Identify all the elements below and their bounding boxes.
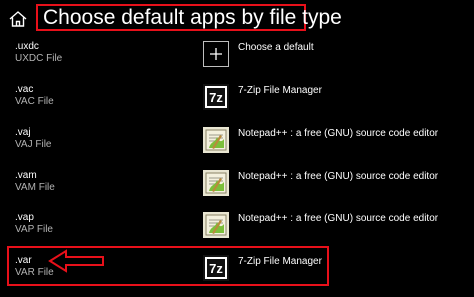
- notepad-plus-plus-icon[interactable]: [203, 170, 229, 196]
- file-type-row-vac: .vac VAC File 7z 7-Zip File Manager: [0, 84, 474, 126]
- home-icon[interactable]: [8, 10, 28, 28]
- file-type-row-var: .var VAR File 7z 7-Zip File Manager: [0, 255, 474, 297]
- file-extension: .var: [15, 255, 32, 266]
- default-app-button[interactable]: Notepad++ : a free (GNU) source code edi…: [238, 213, 438, 225]
- file-extension: .vaj: [15, 127, 31, 138]
- default-app-button[interactable]: 7-Zip File Manager: [238, 256, 322, 268]
- file-extension: .vam: [15, 170, 37, 181]
- default-app-button[interactable]: Notepad++ : a free (GNU) source code edi…: [238, 171, 438, 183]
- default-app-button[interactable]: 7-Zip File Manager: [238, 85, 322, 97]
- file-extension: .vap: [15, 212, 34, 223]
- default-app-button[interactable]: Notepad++ : a free (GNU) source code edi…: [238, 128, 438, 140]
- 7zip-icon[interactable]: 7z: [203, 84, 229, 110]
- file-type-row-vam: .vam VAM File Notepad++ : a free (GNU) s…: [0, 170, 474, 212]
- file-type-row-vaj: .vaj VAJ File Notepad++ : a free (GNU) s…: [0, 127, 474, 169]
- file-description: VAR File: [15, 267, 54, 278]
- file-extension: .uxdc: [15, 41, 39, 52]
- file-description: VAJ File: [15, 139, 52, 150]
- plus-icon[interactable]: [203, 41, 229, 67]
- notepad-plus-plus-icon[interactable]: [203, 127, 229, 153]
- choose-default-button[interactable]: Choose a default: [238, 42, 314, 54]
- file-description: VAM File: [15, 182, 55, 193]
- file-type-row-uxdc: .uxdc UXDC File Choose a default: [0, 41, 474, 83]
- svg-text:7z: 7z: [209, 90, 223, 105]
- 7zip-icon[interactable]: 7z: [203, 255, 229, 281]
- file-extension: .vac: [15, 84, 34, 95]
- svg-text:7z: 7z: [209, 261, 223, 276]
- page-title: Choose default apps by file type: [43, 6, 342, 29]
- file-description: VAC File: [15, 96, 54, 107]
- file-description: VAP File: [15, 224, 53, 235]
- notepad-plus-plus-icon[interactable]: [203, 212, 229, 238]
- file-description: UXDC File: [15, 53, 63, 64]
